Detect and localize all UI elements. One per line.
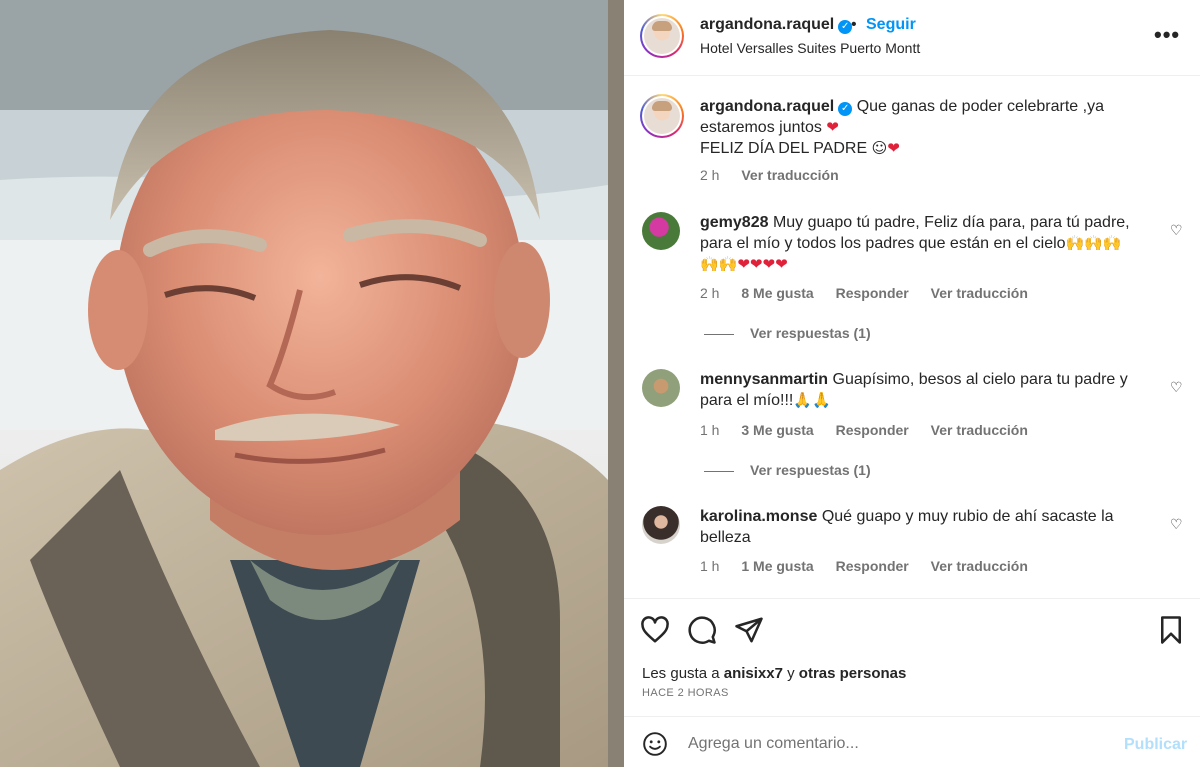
caption-line2: FELIZ DÍA DEL PADRE bbox=[700, 140, 868, 157]
caption-translate-link[interactable]: Ver traducción bbox=[741, 167, 838, 183]
separator-dot: • bbox=[851, 16, 857, 33]
likes-prefix: Les gusta a bbox=[642, 665, 720, 682]
comment-like-count[interactable]: 1 Me gusta bbox=[741, 558, 813, 574]
verified-badge-icon: ✓ bbox=[838, 102, 853, 116]
caption-meta: 2 h Ver traducción bbox=[700, 167, 857, 183]
view-replies-button[interactable]: Ver respuestas (1) bbox=[704, 325, 871, 341]
replies-line bbox=[704, 333, 734, 335]
likes-user-link[interactable]: anisixx7 bbox=[724, 665, 783, 682]
reply-button[interactable]: Responder bbox=[836, 285, 909, 301]
view-replies-label: Ver respuestas (1) bbox=[750, 462, 871, 478]
comment-meta: 2 h 8 Me gusta Responder Ver traducción bbox=[700, 285, 1046, 301]
comment-like-count[interactable]: 3 Me gusta bbox=[741, 422, 813, 438]
reply-button[interactable]: Responder bbox=[836, 558, 909, 574]
commenter-avatar[interactable] bbox=[642, 212, 680, 250]
like-heart-icon[interactable] bbox=[640, 615, 670, 645]
translate-link[interactable]: Ver traducción bbox=[931, 422, 1028, 438]
share-paper-plane-icon[interactable] bbox=[734, 615, 764, 645]
post-detail-panel: argandona.raquel ✓ • Seguir Hotel Versall… bbox=[624, 0, 1200, 767]
comment-text: karolina.monse Qué guapo y muy rubio de … bbox=[700, 506, 1160, 548]
comment-like-count[interactable]: 8 Me gusta bbox=[741, 285, 813, 301]
replies-line bbox=[704, 470, 734, 472]
smiling-hearts-emoji-icon: ☺ bbox=[871, 139, 888, 157]
comment-text: mennysanmartin Guapísimo, besos al cielo… bbox=[700, 369, 1160, 411]
translate-link[interactable]: Ver traducción bbox=[931, 285, 1028, 301]
post-caption: argandona.raquel ✓ Que ganas de poder cel… bbox=[700, 96, 1170, 159]
more-options-icon[interactable]: ••• bbox=[1154, 22, 1180, 48]
commenter-avatar[interactable] bbox=[642, 369, 680, 407]
comment-like-heart-icon[interactable]: ♡ bbox=[1170, 379, 1183, 396]
view-replies-button[interactable]: Ver respuestas (1) bbox=[704, 462, 871, 478]
caption-author-avatar[interactable] bbox=[640, 94, 684, 138]
location-link[interactable]: Hotel Versalles Suites Puerto Montt bbox=[700, 40, 920, 56]
comment-meta: 1 h 3 Me gusta Responder Ver traducción bbox=[700, 422, 1046, 438]
post-header: argandona.raquel ✓ • Seguir Hotel Versall… bbox=[624, 0, 1200, 76]
view-replies-label: Ver respuestas (1) bbox=[750, 325, 871, 341]
save-bookmark-icon[interactable] bbox=[1156, 615, 1186, 645]
caption-username[interactable]: argandona.raquel bbox=[700, 98, 834, 115]
add-comment-bar: Publicar bbox=[624, 716, 1200, 767]
comment-bubble-icon[interactable] bbox=[687, 615, 717, 645]
publish-button[interactable]: Publicar bbox=[1124, 736, 1187, 754]
photo-divider bbox=[608, 0, 624, 767]
comment-input[interactable] bbox=[688, 730, 1108, 758]
praying-emoji-icon: 🙌🙌🙌 bbox=[1065, 234, 1122, 252]
likes-summary: Les gusta a anisixx7 y otras personas bbox=[642, 665, 906, 682]
red-heart-emoji-icon: ❤ bbox=[887, 139, 900, 157]
translate-link[interactable]: Ver traducción bbox=[931, 558, 1028, 574]
comment-username[interactable]: mennysanmartin bbox=[700, 371, 828, 388]
follow-button[interactable]: Seguir bbox=[866, 16, 916, 34]
comment-text: gemy828 Muy guapo tú padre, Feliz día pa… bbox=[700, 212, 1160, 275]
commenter-avatar[interactable] bbox=[642, 506, 680, 544]
comments-list[interactable]: argandona.raquel ✓ Que ganas de poder cel… bbox=[624, 77, 1200, 598]
comment-meta: 1 h 1 Me gusta Responder Ver traducción bbox=[700, 558, 1046, 574]
photo-elderly-man bbox=[0, 0, 608, 767]
post-photo[interactable] bbox=[0, 0, 608, 767]
comment-username[interactable]: karolina.monse bbox=[700, 508, 817, 525]
comment-like-heart-icon[interactable]: ♡ bbox=[1170, 516, 1183, 533]
likes-others-link[interactable]: otras personas bbox=[799, 665, 907, 682]
red-heart-emoji-icon: ❤ bbox=[826, 118, 839, 136]
emoji-picker-icon[interactable] bbox=[642, 731, 668, 757]
comment-time[interactable]: 1 h bbox=[700, 422, 719, 438]
author-avatar[interactable] bbox=[640, 14, 684, 58]
caption-time[interactable]: 2 h bbox=[700, 167, 719, 183]
reply-button[interactable]: Responder bbox=[836, 422, 909, 438]
praying-hands-emoji-icon: 🙏🙏 bbox=[793, 391, 831, 409]
comment-like-heart-icon[interactable]: ♡ bbox=[1170, 222, 1183, 239]
emoji-row-icon: 🙌🙌❤❤❤❤ bbox=[700, 255, 788, 273]
post-actions: Les gusta a anisixx7 y otras personas HA… bbox=[624, 598, 1200, 716]
comment-time[interactable]: 2 h bbox=[700, 285, 719, 301]
likes-conj: y bbox=[787, 665, 795, 682]
author-username-link[interactable]: argandona.raquel ✓ bbox=[700, 16, 853, 34]
comment-time[interactable]: 1 h bbox=[700, 558, 719, 574]
post-timestamp[interactable]: HACE 2 HORAS bbox=[642, 687, 729, 699]
comment-username[interactable]: gemy828 bbox=[700, 214, 769, 231]
